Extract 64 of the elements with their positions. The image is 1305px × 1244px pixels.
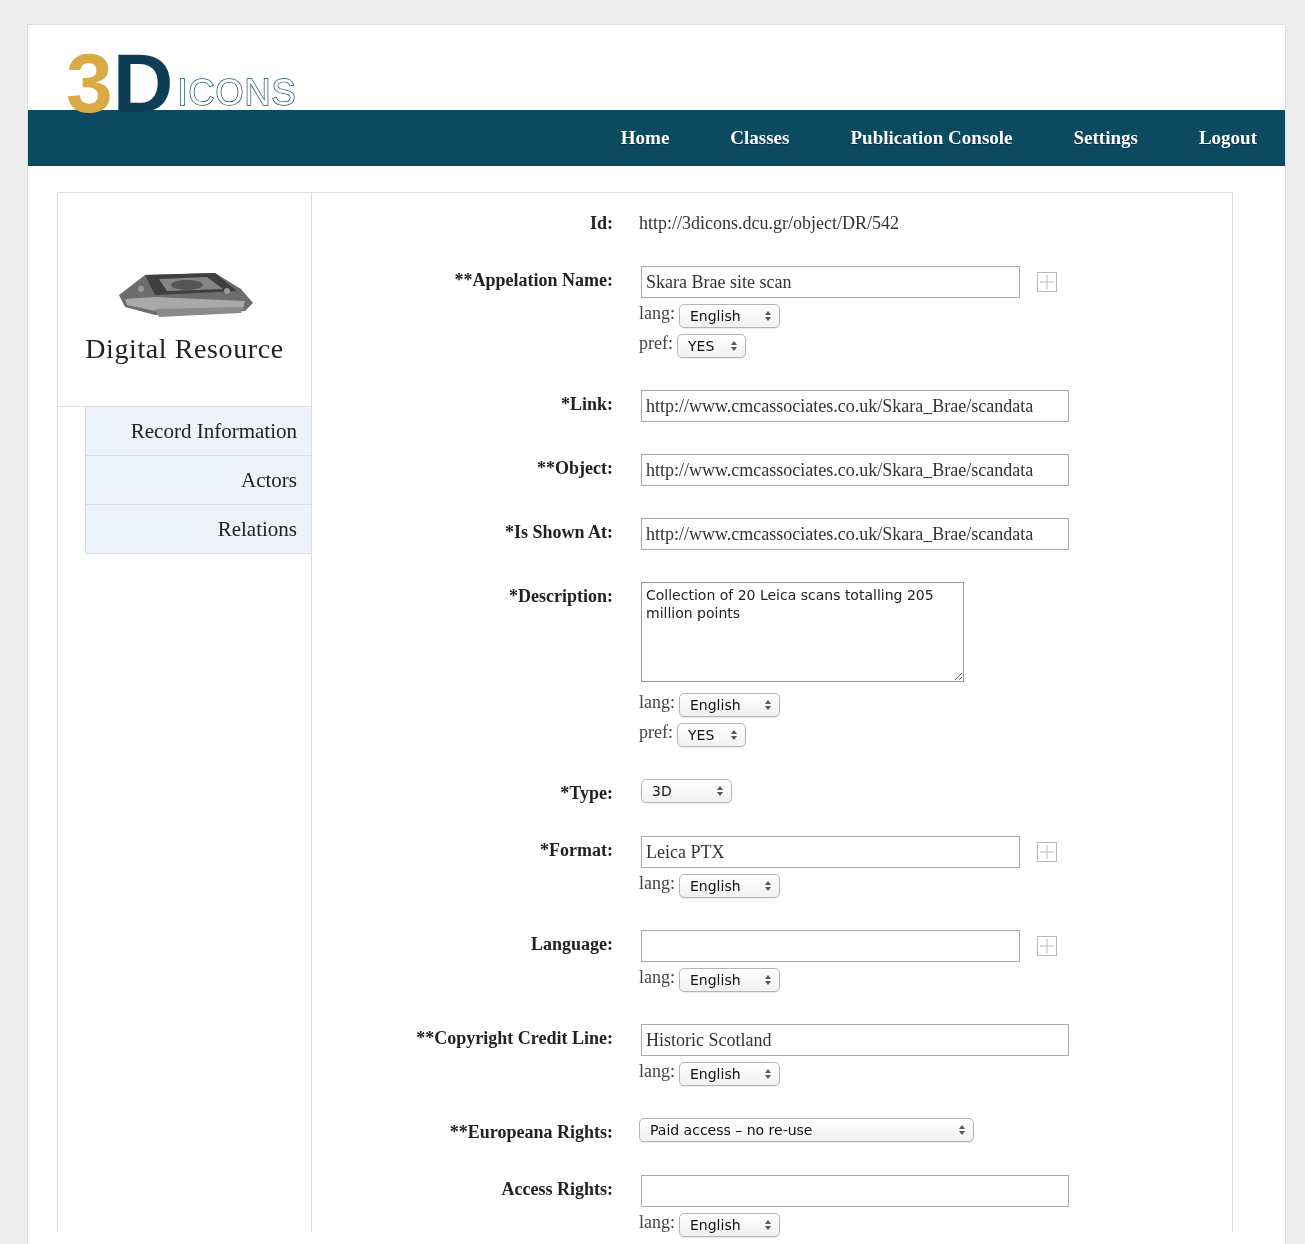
field-caption: lang: [639, 872, 675, 894]
language-select[interactable]: English [679, 1062, 780, 1086]
field-label: **Object: [536, 457, 613, 480]
language-select[interactable]: English [679, 968, 780, 992]
nav-link[interactable]: Publication Console [850, 127, 1013, 149]
language-select[interactable]: English [679, 1213, 780, 1237]
nav-link[interactable]: Settings [1073, 127, 1138, 149]
add-icon[interactable] [1037, 842, 1057, 862]
input-field[interactable]: http://www.cmcassociates.co.uk/Skara_Brae/scandata [641, 390, 1069, 422]
field-label: *Is Shown At: [503, 521, 613, 544]
sidebar-item[interactable]: Actors [85, 456, 311, 505]
preferred-select[interactable]: YES [677, 334, 746, 358]
add-icon[interactable] [1037, 936, 1057, 956]
updown-icon [731, 730, 737, 740]
language-select[interactable]: English [679, 693, 780, 717]
language-select[interactable]: English [679, 874, 780, 898]
field-caption: pref: [639, 721, 673, 743]
field-caption: lang: [639, 302, 675, 324]
field-label: Language: [530, 933, 613, 956]
field-label: **Copyright Credit Line: [415, 1027, 613, 1050]
preferred-select[interactable]: YES [677, 723, 746, 747]
field-caption: lang: [639, 1060, 675, 1082]
input-field[interactable] [641, 1175, 1069, 1207]
field-caption: lang: [639, 1211, 675, 1233]
type-select[interactable]: 3D [641, 779, 732, 803]
sidebar-item[interactable]: Relations [85, 505, 311, 554]
rights-select[interactable]: Paid access – no re-use [639, 1118, 974, 1142]
sidebar-item[interactable]: Record Information [85, 407, 311, 456]
input-field[interactable]: Leica PTX [641, 836, 1020, 868]
field-label: Id: [589, 212, 613, 234]
field-caption: pref: [639, 332, 673, 354]
field-label: Access Rights: [500, 1178, 613, 1201]
field-label: **Appelation Name: [453, 269, 613, 292]
updown-icon [765, 881, 771, 891]
input-field[interactable]: http://www.cmcassociates.co.uk/Skara_Brae/scandata [641, 454, 1069, 486]
field-value: http://3dicons.dcu.gr/object/DR/542 [639, 212, 899, 234]
field-label: *Format: [539, 839, 613, 862]
input-field[interactable]: Skara Brae site scan [641, 266, 1020, 298]
field-label: *Link: [559, 393, 613, 416]
updown-icon [765, 311, 771, 321]
section-title: Digital Resource [85, 333, 284, 365]
nav-link[interactable]: Classes [730, 127, 790, 149]
add-icon[interactable] [1037, 272, 1057, 292]
updown-icon [765, 700, 771, 710]
updown-icon [959, 1125, 965, 1135]
text-area[interactable]: Collection of 20 Leica scans totalling 205 million points [641, 582, 964, 682]
logo-mark: 3D [65, 41, 175, 125]
input-field[interactable] [641, 930, 1020, 962]
updown-icon [765, 975, 771, 985]
field-label: *Type: [559, 782, 613, 804]
logo-text: ICONS [177, 75, 297, 111]
language-select[interactable]: English [679, 304, 780, 328]
updown-icon [717, 786, 723, 796]
nav-link[interactable]: Home [620, 127, 670, 149]
updown-icon [765, 1220, 771, 1230]
field-label: **Europeana Rights: [448, 1121, 613, 1143]
input-field[interactable]: http://www.cmcassociates.co.uk/Skara_Brae/scandata [641, 518, 1069, 550]
input-field[interactable]: Historic Scotland [641, 1024, 1069, 1056]
updown-icon [731, 341, 737, 351]
nav-link[interactable]: Logout [1198, 127, 1257, 149]
field-label: *Description: [508, 585, 613, 608]
updown-icon [765, 1069, 771, 1079]
field-caption: lang: [639, 966, 675, 988]
field-caption: lang: [639, 691, 675, 713]
